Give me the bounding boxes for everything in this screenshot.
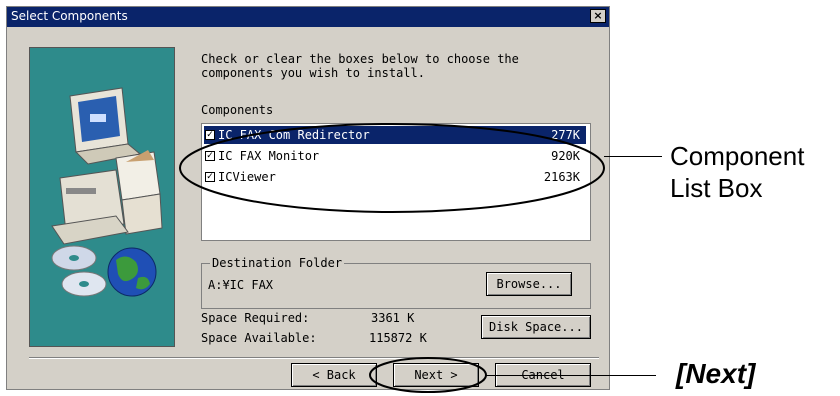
computer-illustration [51, 87, 163, 297]
next-callout: [Next] [676, 358, 756, 389]
destination-folder-label: Destination Folder [210, 256, 345, 270]
component-size: 2163K [543, 170, 580, 184]
component-size: 277K [551, 128, 580, 142]
checkbox[interactable]: ✓ [205, 172, 215, 182]
list-box-callout-line1: Component [670, 141, 805, 171]
browse-button[interactable]: Browse... [486, 272, 572, 296]
component-name: IC FAX Com Redirector [218, 128, 370, 142]
space-required-value: 3361 K [371, 311, 415, 325]
component-size: 920K [551, 149, 580, 163]
close-button[interactable]: × [590, 9, 606, 23]
space-available-label: Space Available: [201, 331, 317, 345]
destination-path: A:¥IC FAX [208, 278, 274, 292]
list-box-callout: Component List Box [670, 140, 804, 204]
space-required-label: Space Required: [201, 311, 310, 325]
select-components-dialog: Select Components × Check or clear the b… [6, 6, 610, 390]
component-name: IC FAX Monitor [218, 149, 320, 163]
instructions-text: Check or clear the boxes below to choose… [201, 52, 519, 80]
next-button[interactable]: Next > [393, 363, 479, 387]
list-box-callout-line [604, 156, 662, 157]
space-available-value: 115872 K [369, 331, 427, 345]
setup-illustration [29, 47, 175, 347]
checkbox[interactable]: ✓ [205, 151, 215, 161]
list-item[interactable]: ✓ IC FAX Monitor 920K [204, 147, 586, 165]
components-label: Components [201, 103, 274, 117]
component-name: ICViewer [218, 170, 276, 184]
next-callout-line [486, 375, 656, 376]
list-item[interactable]: ✓ IC FAX Com Redirector 277K [204, 126, 586, 144]
close-icon: × [593, 9, 603, 22]
separator [29, 357, 599, 359]
list-item[interactable]: ✓ ICViewer 2163K [204, 168, 586, 186]
destination-folder-group: Destination Folder A:¥IC FAX Browse... [201, 256, 591, 309]
window-title: Select Components [11, 9, 128, 23]
disk-space-button[interactable]: Disk Space... [481, 315, 591, 339]
components-list-box[interactable]: ✓ IC FAX Com Redirector 277K ✓ IC FAX Mo… [201, 123, 591, 241]
list-box-callout-line2: List Box [670, 173, 763, 203]
checkbox[interactable]: ✓ [205, 130, 215, 140]
title-bar[interactable]: Select Components × [7, 7, 609, 27]
back-button[interactable]: < Back [291, 363, 377, 387]
